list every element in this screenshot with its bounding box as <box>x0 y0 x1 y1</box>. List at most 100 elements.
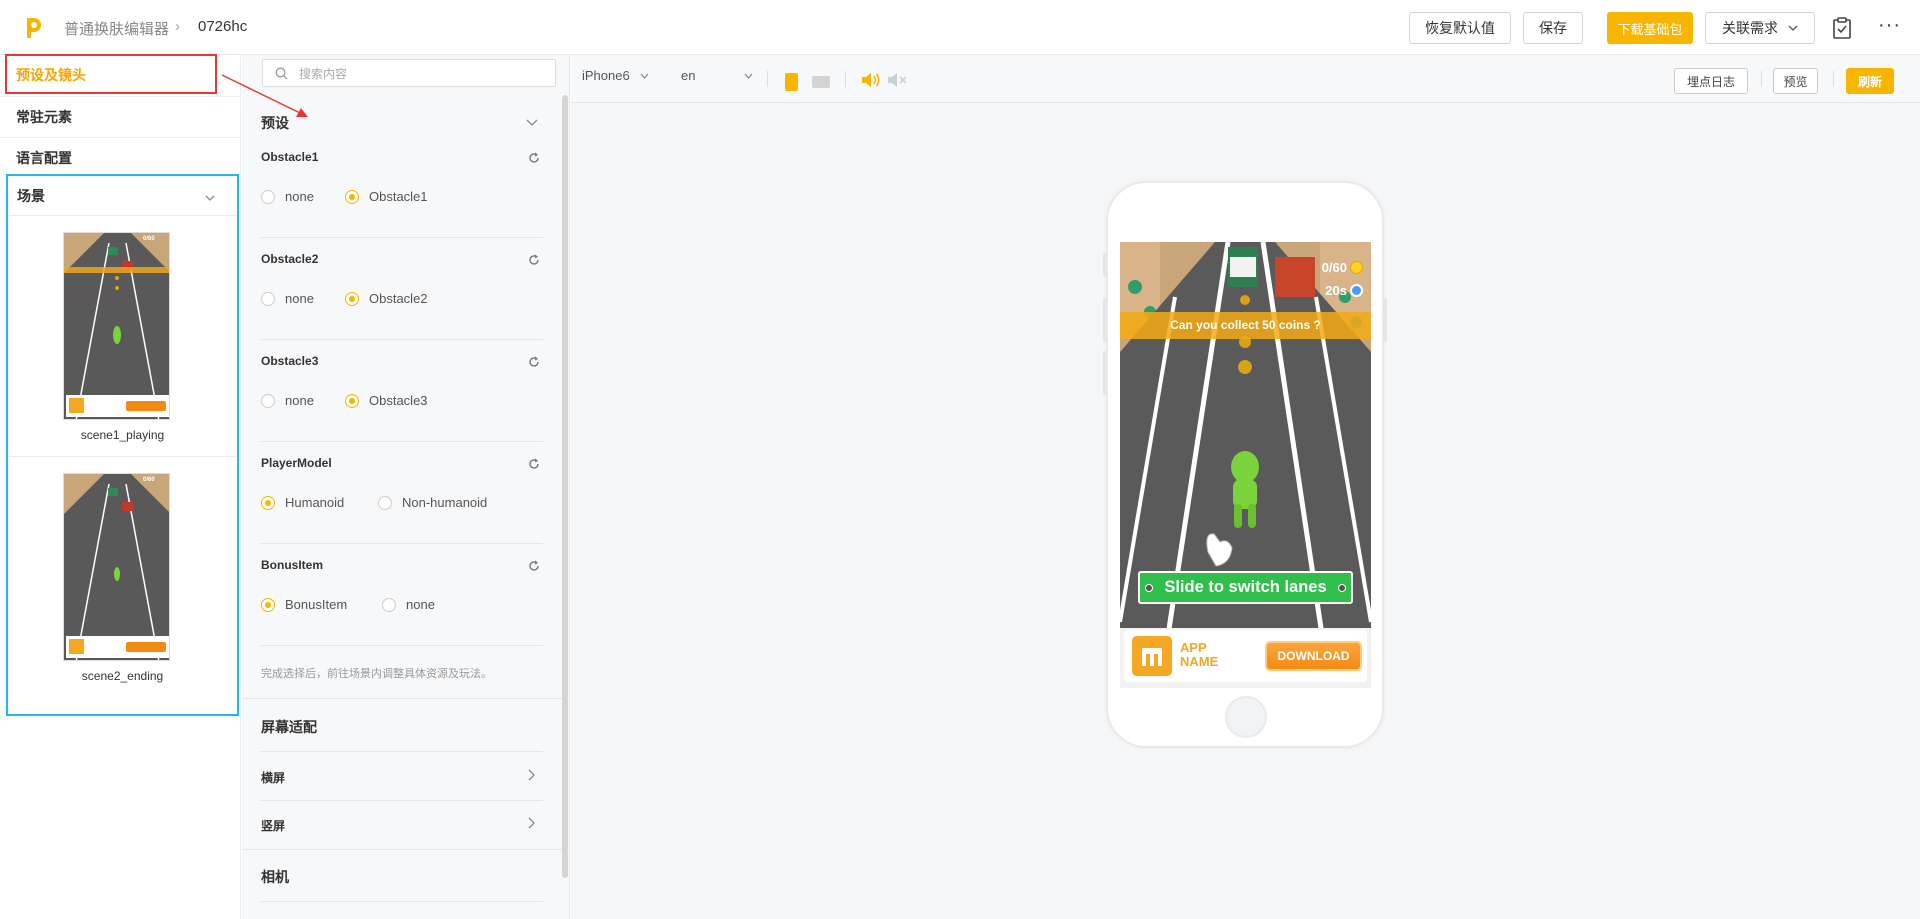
radio-label: none <box>406 597 435 612</box>
preview-toolbar: iPhone6 en 埋点日志 预览 刷新 <box>571 55 1920 103</box>
chevron-right-icon[interactable] <box>528 817 535 829</box>
radio-obstacle1-none[interactable]: none <box>261 189 314 204</box>
volume-on-icon[interactable] <box>861 72 881 88</box>
group-title-obstacle2: Obstacle2 <box>261 252 319 266</box>
clipboard-check-icon[interactable] <box>1831 16 1853 40</box>
search-input[interactable] <box>299 64 549 83</box>
reset-icon[interactable] <box>528 254 540 266</box>
radio-dot <box>261 393 275 408</box>
portrait-row[interactable]: 竖屏 <box>261 817 285 834</box>
device-select[interactable]: iPhone6 <box>582 68 649 83</box>
search-icon <box>275 67 288 80</box>
divider <box>1833 71 1834 87</box>
scene-card[interactable]: 0/60 scene1_playing <box>8 216 237 456</box>
hint-text: 完成选择后，前往场景内调整具体资源及玩法。 <box>261 668 492 680</box>
radio-non-humanoid[interactable]: Non-humanoid <box>378 495 487 510</box>
screen-adapt-title[interactable]: 屏幕适配 <box>261 717 317 737</box>
thumb-score: 0/60 <box>143 477 155 483</box>
radio-bonusitem[interactable]: BonusItem <box>261 597 347 612</box>
nav-item-resident-elements[interactable]: 常驻元素 <box>0 96 240 136</box>
phone-mockup: 0/60 20s Can you collect 50 coins ? Slid… <box>1103 181 1387 748</box>
language-select[interactable]: en <box>681 68 753 83</box>
phone-side-button <box>1103 253 1107 277</box>
divider <box>261 543 543 544</box>
radio-dot-selected <box>345 189 359 204</box>
reset-icon[interactable] <box>528 560 540 572</box>
breadcrumb-editor[interactable]: 普通换肤编辑器 <box>64 18 169 39</box>
reset-icon[interactable] <box>528 356 540 368</box>
divider <box>261 800 543 801</box>
game-scene-image <box>64 233 169 419</box>
radio-humanoid[interactable]: Humanoid <box>261 495 344 510</box>
phone-side-button <box>1383 298 1387 342</box>
app-icon <box>1132 636 1172 676</box>
refresh-button[interactable]: 刷新 <box>1846 68 1894 94</box>
coin-score-value: 0/60 <box>1321 260 1347 275</box>
radio-label: Non-humanoid <box>402 495 488 510</box>
scene-thumbnail[interactable] <box>63 232 170 420</box>
radio-label: none <box>285 189 314 204</box>
radio-obstacle1-on[interactable]: Obstacle1 <box>345 189 428 204</box>
group-title-bonusitem: BonusItem <box>261 558 324 572</box>
panel-scrollbar[interactable] <box>562 95 568 878</box>
camera-section-title[interactable]: 相机 <box>261 867 289 887</box>
knob-icon <box>1338 584 1346 592</box>
breadcrumb-project: 0726hc <box>198 18 248 35</box>
divider <box>261 645 543 646</box>
restore-default-button[interactable]: 恢复默认值 <box>1409 12 1511 44</box>
phone-side-button <box>1103 351 1107 395</box>
ad-card: APP NAME DOWNLOAD <box>1124 630 1367 682</box>
radio-obstacle2-on[interactable]: Obstacle2 <box>345 291 428 306</box>
landscape-orientation-icon[interactable] <box>812 76 830 88</box>
volume-mute-icon[interactable] <box>887 72 907 88</box>
radio-obstacle3-on[interactable]: Obstacle3 <box>345 393 428 408</box>
group-title-obstacle1: Obstacle1 <box>261 150 319 164</box>
highlight-box <box>5 54 217 94</box>
divider <box>261 339 543 340</box>
radio-bonus-none[interactable]: none <box>382 597 435 612</box>
timer: 20s <box>1325 283 1363 298</box>
radio-dot <box>261 291 275 306</box>
more-menu-icon[interactable]: ··· <box>1878 14 1902 38</box>
phone-side-button <box>1103 298 1107 342</box>
chevron-down-icon[interactable] <box>526 119 538 126</box>
home-button[interactable] <box>1225 696 1267 738</box>
game-screen[interactable]: 0/60 20s Can you collect 50 coins ? Slid… <box>1120 242 1371 688</box>
link-requirement-dropdown[interactable]: 关联需求 <box>1705 12 1815 44</box>
clock-icon <box>1350 284 1363 297</box>
reset-icon[interactable] <box>528 152 540 164</box>
ad-download-button[interactable]: DOWNLOAD <box>1265 641 1362 671</box>
group-title-obstacle3: Obstacle3 <box>261 354 319 368</box>
scene-label: scene2_ending <box>81 669 164 683</box>
app-logo-icon <box>27 18 41 38</box>
preset-section-title[interactable]: 预设 <box>261 113 289 133</box>
divider <box>261 751 543 752</box>
radio-obstacle3-none[interactable]: none <box>261 393 314 408</box>
radio-dot-selected <box>345 393 359 408</box>
portrait-orientation-icon[interactable] <box>785 73 798 91</box>
app-name-line2: NAME <box>1180 654 1219 669</box>
tracking-log-button[interactable]: 埋点日志 <box>1674 68 1748 94</box>
radio-dot-selected <box>261 597 275 612</box>
landscape-row[interactable]: 横屏 <box>261 769 285 786</box>
nav-item-language-config[interactable]: 语言配置 <box>0 137 240 177</box>
goal-banner: Can you collect 50 coins ? <box>1120 312 1371 339</box>
game-scene-image <box>64 474 169 660</box>
scene-card[interactable]: 0/60 scene2_ending <box>8 457 237 697</box>
download-base-package-button[interactable]: 下载基础包 <box>1607 12 1693 44</box>
knob-icon <box>1145 584 1153 592</box>
save-button[interactable]: 保存 <box>1523 12 1583 44</box>
reset-icon[interactable] <box>528 458 540 470</box>
slide-hint: Slide to switch lanes <box>1138 571 1353 604</box>
radio-dot <box>261 189 275 204</box>
radio-label: Humanoid <box>285 495 345 510</box>
search-box[interactable] <box>262 59 556 87</box>
preview-button[interactable]: 预览 <box>1773 68 1818 94</box>
radio-obstacle2-none[interactable]: none <box>261 291 314 306</box>
game-background-image <box>1120 242 1371 688</box>
scene-thumbnail[interactable] <box>63 473 170 661</box>
chevron-right-icon[interactable] <box>528 769 535 781</box>
scene-label: scene1_playing <box>80 428 165 442</box>
scene-section-header[interactable]: 场景 <box>8 176 237 216</box>
divider <box>845 71 846 87</box>
